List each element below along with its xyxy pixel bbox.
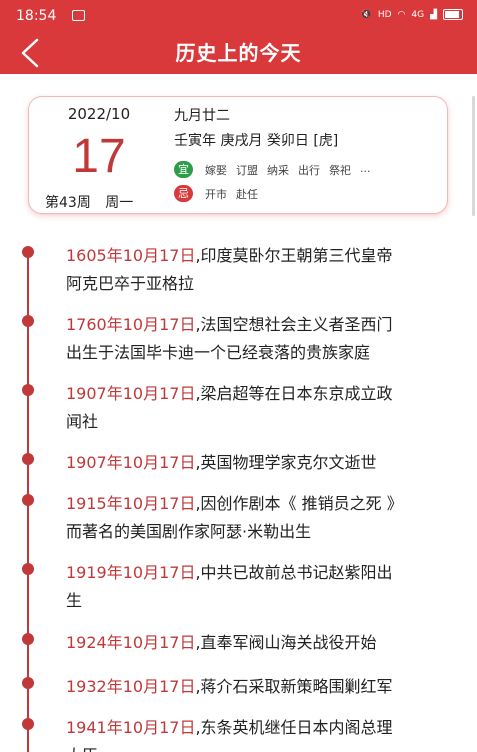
event-text-cont: 阿克巴卒于亚格拉 bbox=[66, 274, 195, 293]
event-text-cont: 出生于法国毕卡迪一个已经衰落的贵族家庭 bbox=[66, 343, 371, 362]
event-item[interactable]: 1915年10月17日,因创作剧本《 推销员之死 》 而著名的美国剧作家阿瑟·米… bbox=[66, 490, 466, 546]
ji-items: 开市 赴任 bbox=[205, 186, 258, 202]
yi-item: 嫁娶 bbox=[205, 163, 227, 177]
event-text-cont: 生 bbox=[66, 591, 83, 610]
status-bar: 18:54 🔇 HD ◠ 4G ▟ bbox=[0, 0, 477, 34]
event-date: 1907年10月17日 bbox=[66, 384, 196, 403]
ji-item: 赴任 bbox=[236, 187, 258, 201]
timeline-dot bbox=[22, 246, 34, 258]
nav-bar: 历史上的今天 bbox=[0, 34, 477, 74]
ji-item: 开市 bbox=[205, 187, 227, 201]
event-date: 1941年10月17日 bbox=[66, 718, 196, 737]
scrollbar[interactable] bbox=[472, 96, 475, 216]
timeline-dot bbox=[22, 494, 34, 506]
year-month: 2022/10 bbox=[67, 105, 131, 123]
timeline-dot bbox=[22, 384, 34, 396]
yi-row: 宜 嫁娶 订盟 纳采 出行 祭祀 ... bbox=[174, 161, 371, 178]
event-item[interactable]: 1907年10月17日,梁启超等在日本东京成立政 闻社 bbox=[66, 380, 466, 436]
page-title: 历史上的今天 bbox=[175, 41, 302, 65]
event-date: 1915年10月17日 bbox=[66, 494, 196, 513]
signal-label: 4G bbox=[411, 9, 425, 20]
day-number: 17 bbox=[72, 130, 126, 183]
event-text: ,英国物理学家克尔文逝世 bbox=[195, 453, 377, 472]
event-item[interactable]: 1924年10月17日,直奉军阀山海关战役开始 bbox=[66, 629, 466, 657]
event-text: ,印度莫卧尔王朝第三代皇帝 bbox=[195, 246, 393, 265]
hd-label: HD bbox=[377, 9, 392, 20]
yi-item: 纳采 bbox=[267, 163, 289, 177]
battery-icon bbox=[443, 9, 463, 20]
status-time: 18:54 bbox=[16, 8, 57, 24]
event-date: 1919年10月17日 bbox=[66, 563, 196, 582]
event-date: 1907年10月17日 bbox=[66, 453, 196, 472]
event-text-cont: 大臣 bbox=[66, 746, 98, 752]
timeline-dot bbox=[22, 453, 34, 465]
timeline-dot bbox=[22, 563, 34, 575]
timeline-dot bbox=[22, 718, 34, 730]
event-text: ,东条英机继任日本内阁总理 bbox=[195, 718, 393, 737]
weekday: 周一 bbox=[105, 195, 134, 211]
event-text-cont: 而著名的美国剧作家阿瑟·米勒出生 bbox=[66, 522, 312, 541]
event-item[interactable]: 1941年10月17日,东条英机继任日本内阁总理 大臣 bbox=[66, 714, 466, 752]
event-item[interactable]: 1919年10月17日,中共已故前总书记赵紫阳出 生 bbox=[66, 559, 466, 615]
event-text: ,梁启超等在日本东京成立政 bbox=[195, 384, 393, 403]
yi-badge: 宜 bbox=[174, 161, 193, 178]
event-item[interactable]: 1760年10月17日,法国空想社会主义者圣西门 出生于法国毕卡迪一个已经衰落的… bbox=[66, 311, 466, 367]
event-item[interactable]: 1907年10月17日,英国物理学家克尔文逝世 bbox=[66, 449, 466, 477]
week-info: 第43周 周一 bbox=[45, 192, 133, 212]
yi-item: 祭祀 bbox=[329, 163, 351, 177]
event-date: 1760年10月17日 bbox=[66, 315, 196, 334]
event-text: ,法国空想社会主义者圣西门 bbox=[195, 315, 393, 334]
yi-item: ... bbox=[360, 161, 371, 175]
date-card: 2022/10 17 第43周 周一 九月廿二 壬寅年 庚戌月 癸卯日 [虎] … bbox=[28, 96, 448, 214]
event-date: 1605年10月17日 bbox=[66, 246, 196, 265]
timeline-dot bbox=[22, 633, 34, 645]
yi-item: 订盟 bbox=[236, 163, 258, 177]
timeline-dot bbox=[22, 315, 34, 327]
lunar-date: 九月廿二 bbox=[174, 108, 230, 124]
yi-item: 出行 bbox=[298, 163, 320, 177]
ji-row: 忌 开市 赴任 bbox=[174, 185, 258, 202]
event-date: 1924年10月17日 bbox=[66, 633, 196, 652]
event-item[interactable]: 1605年10月17日,印度莫卧尔王朝第三代皇帝 阿克巴卒于亚格拉 bbox=[66, 242, 466, 298]
event-item[interactable]: 1932年10月17日,蒋介石采取新策略围剿红军 bbox=[66, 673, 466, 701]
event-text: ,因创作剧本《 推销员之死 》 bbox=[195, 494, 403, 513]
event-text-cont: 闻社 bbox=[66, 412, 99, 431]
gallery-icon bbox=[72, 10, 85, 21]
status-icons: 🔇 HD ◠ 4G ▟ bbox=[361, 9, 463, 20]
ganzhi: 壬寅年 庚戌月 癸卯日 [虎] bbox=[174, 133, 339, 149]
yi-items: 嫁娶 订盟 纳采 出行 祭祀 ... bbox=[205, 162, 371, 178]
mute-icon: 🔇 bbox=[360, 9, 372, 20]
signal-icon: ▟ bbox=[430, 9, 437, 20]
event-text: ,直奉军阀山海关战役开始 bbox=[195, 633, 377, 652]
event-text: ,蒋介石采取新策略围剿红军 bbox=[195, 677, 393, 696]
timeline-dot bbox=[22, 677, 34, 689]
wifi-icon: ◠ bbox=[397, 9, 406, 20]
ji-badge: 忌 bbox=[174, 185, 193, 202]
week-number: 第43周 bbox=[45, 195, 91, 211]
event-date: 1932年10月17日 bbox=[66, 677, 196, 696]
event-text: ,中共已故前总书记赵紫阳出 bbox=[195, 563, 393, 582]
